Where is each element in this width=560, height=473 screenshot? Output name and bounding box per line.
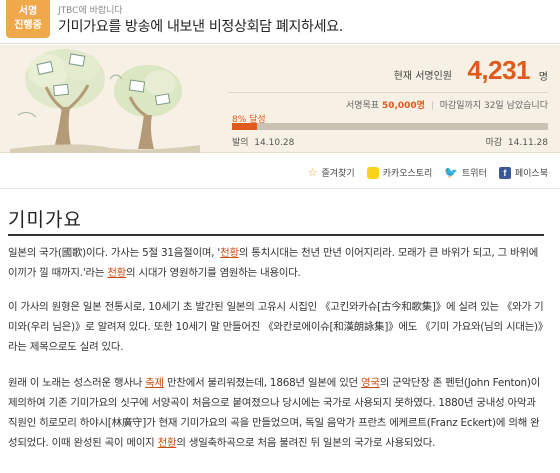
article-text: 원래 이 노래는 성스러운 행사나 — [8, 377, 146, 389]
article-text: 의 시대가 영원하기를 염원하는 내용이다. — [126, 267, 301, 279]
petition-header: 서명 진행중 JTBC에 바랍니다 기미가요를 방송에 내보낸 비정상회담 폐지… — [0, 0, 560, 44]
article-paragraph-3: 원래 이 노래는 성스러운 행사나 축제 만찬에서 불리워졌는데, 1868년 … — [8, 373, 548, 453]
start-date-value: 14.10.28 — [254, 138, 295, 148]
article-paragraph-2: 이 가사의 원형은 일본 전통시로, 10세기 초 발간된 일본의 고유시 시집… — [8, 297, 548, 357]
signature-count-label: 현재 서명인원 — [393, 71, 452, 82]
progress-bar-fill — [232, 123, 258, 130]
petition-recipient: JTBC에 바랍니다 — [58, 6, 123, 16]
article-link[interactable]: 영국 — [361, 377, 380, 389]
twitter-icon: 🐦 — [444, 166, 459, 179]
favorite-button[interactable]: ☆ 즐겨찾기 — [308, 166, 355, 179]
article-text: 만찬에서 불리워졌는데, 1868년 일본에 있던 — [163, 377, 362, 389]
divider — [228, 92, 548, 93]
article-link[interactable]: 축제 — [145, 377, 164, 389]
article-title-rule — [8, 234, 544, 236]
remaining-value: 32일 — [483, 101, 504, 111]
start-date-label: 발의 — [232, 138, 249, 148]
article-text: 이 가사의 원형은 일본 전통시로, 10세기 초 발간된 일본의 고유시 시집… — [8, 301, 544, 353]
favorite-label: 즐겨찾기 — [321, 169, 355, 179]
share-bar: ☆ 즐겨찾기 카카오스토리 🐦 트위터 f 페이스북 — [0, 155, 560, 189]
start-date: 발의 14.10.28 — [232, 135, 294, 148]
end-date-label: 마감 — [485, 138, 503, 148]
end-date-value: 14.11.28 — [507, 138, 548, 148]
kakaostory-icon — [366, 166, 379, 179]
petition-title: 기미가요를 방송에 내보낸 비정상회담 폐지하세요. — [58, 19, 343, 35]
progress-bar — [232, 123, 548, 130]
goal-value: 50,000명 — [381, 101, 425, 111]
kakaostory-label: 카카오스토리 — [382, 169, 433, 179]
facebook-button[interactable]: f 페이스북 — [498, 166, 548, 179]
signature-count-unit: 명 — [538, 72, 548, 83]
kakaostory-button[interactable]: 카카오스토리 — [366, 166, 433, 179]
article-title: 기미가요 — [8, 209, 82, 231]
facebook-icon: f — [498, 166, 511, 179]
end-date: 마감 14.11.28 — [486, 135, 548, 148]
goal-divider — [431, 101, 433, 110]
status-badge-line1: 서명 — [18, 6, 38, 17]
article-paragraph-1: 일본의 국가(國歌)이다. 가사는 5절 31음절이며, '천황의 통치시대는 … — [8, 243, 548, 283]
remaining-suffix: 남았습니다 — [506, 101, 548, 111]
article-link[interactable]: 천황 — [220, 247, 239, 259]
star-icon: ☆ — [307, 166, 318, 179]
goal-label: 서명목표 — [345, 101, 380, 111]
signature-count: 4,231 — [467, 55, 530, 85]
twitter-button[interactable]: 🐦 트위터 — [444, 166, 487, 179]
article-text: 일본의 국가(國歌)이다. 가사는 5절 31음절이며, ' — [8, 247, 221, 259]
facebook-label: 페이스북 — [514, 169, 548, 179]
petition-stats: 현재 서명인원 4,231 명 서명목표 50,000명 마감일까지 32일 남… — [228, 55, 548, 148]
status-badge: 서명 진행중 — [6, 0, 50, 38]
article-link[interactable]: 천황 — [158, 437, 177, 449]
article-text: 의 생일축하곡으로 처음 불려진 뒤 일본의 국가로 사용되었다. — [176, 437, 436, 449]
petition-banner: 현재 서명인원 4,231 명 서명목표 50,000명 마감일까지 32일 남… — [0, 45, 560, 153]
tree-illustration — [10, 49, 200, 153]
article-link[interactable]: 천황 — [107, 267, 126, 279]
goal-info: 서명목표 50,000명 마감일까지 32일 남았습니다 — [346, 98, 548, 111]
status-badge-line2: 진행중 — [14, 20, 42, 31]
twitter-label: 트위터 — [462, 169, 487, 179]
remaining-label: 마감일까지 — [439, 101, 482, 111]
